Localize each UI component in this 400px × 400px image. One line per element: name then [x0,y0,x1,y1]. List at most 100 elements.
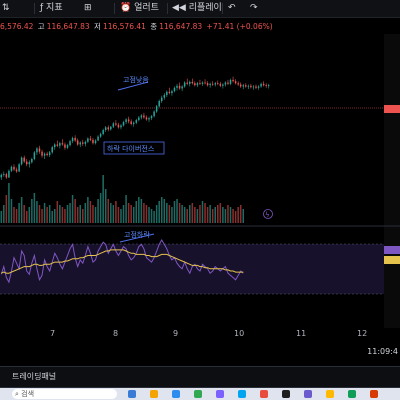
price-chart[interactable]: 고점낮음 하락 다이버전스 고점하락 ϟ [0,34,400,328]
volume-bar [43,203,46,223]
candle [110,126,112,130]
volume-bar [120,209,122,223]
price-scale[interactable] [384,34,400,328]
candle [48,152,51,156]
volume-bar [217,205,219,223]
search-icon: ⌕ [15,390,19,398]
volume-bar [41,209,43,223]
volume-bar [122,205,125,223]
candle [56,144,59,146]
toolbar-divider [167,3,168,14]
volume-bar [107,199,110,223]
candle [13,166,15,170]
indicator-chart-icon[interactable]: ⇅ [2,1,10,15]
store-icon[interactable] [216,390,224,398]
candle [112,123,115,127]
edge-browser-icon[interactable] [172,390,180,398]
volume-bar [33,193,36,223]
candle [199,83,201,84]
candle [176,85,178,88]
candle [155,106,158,112]
volume-bar [148,207,150,223]
folder-icon[interactable] [150,390,158,398]
mail-icon[interactable] [238,390,246,398]
high-value: 116,647.83 [46,22,90,31]
candle [43,153,46,156]
time-tick: 8 [113,329,119,338]
candle [257,86,260,88]
volume-bar [211,209,214,223]
high-label: 고 [37,22,45,31]
candle [217,83,219,84]
undo-icon[interactable]: ↶ [228,1,236,15]
low-value: 116,576.41 [102,22,146,31]
candle [140,115,143,118]
chrome-icon[interactable] [194,390,202,398]
candle [120,125,122,128]
volume-bar [5,195,8,223]
top-toolbar: ⇅ ƒ 지표 ⊞ ⏰ 얼러트 ◀◀ 리플레이 ↶ ↷ [0,0,400,18]
volume-bar [140,199,143,223]
open-value: 6,576.42 [0,22,34,31]
volume-bar [3,205,5,223]
volume-bar [163,199,166,223]
candle-series [0,76,270,181]
volume-bar [84,203,87,223]
rsi-annotation[interactable]: 고점하락 [124,230,150,239]
media-icon[interactable] [260,390,268,398]
volume-bar [181,205,183,223]
candle [186,82,188,84]
volume-bar [209,205,211,223]
app-icon[interactable] [304,390,312,398]
trading-panel-bar[interactable]: 트레이딩패널 [0,366,400,388]
clock-readout[interactable]: 11:09:4 [367,347,398,356]
candle [115,123,117,125]
divergence-annotation[interactable]: 하락 다이버전스 [107,144,155,153]
toolbar-divider [222,3,223,14]
volume-bar [145,205,148,223]
volume-bar [36,201,38,223]
candle [51,147,53,153]
top-annotation[interactable]: 고점낮음 [123,75,149,84]
volume-bar [127,203,130,223]
indicators-icon: ƒ [40,3,44,13]
candle [107,127,110,130]
lightning-glyph: ϟ [265,211,270,219]
candle [191,81,194,84]
trading-panel-title[interactable]: 트레이딩패널 [12,371,56,382]
volume-bar [64,209,66,223]
volume-bar [125,195,127,223]
taskbar-app-icon[interactable] [128,390,136,398]
candle [76,140,79,145]
app-icon[interactable] [348,390,356,398]
volume-bar [97,199,99,223]
taskbar-search[interactable]: ⌕ 검색 [12,389,117,399]
candle [173,87,176,92]
volume-bar [31,199,33,223]
time-axis[interactable]: 7 8 9 10 11 12 [0,329,400,341]
layout-grid-icon[interactable]: ⊞ [84,1,92,15]
app-icon[interactable] [370,390,378,398]
candle [92,139,94,144]
volume-bar [117,207,120,223]
candle [239,84,242,87]
replay-button[interactable]: ◀◀ 리플레이 [172,1,222,15]
volume-bar [71,195,74,223]
candle [211,83,214,85]
candle [219,83,222,86]
indicators-button[interactable]: ƒ 지표 [40,1,63,15]
volume-bar [51,211,53,223]
volume-bar [222,207,224,223]
redo-icon[interactable]: ↷ [250,1,258,15]
candle [229,79,232,84]
rsi-ma-tag [384,256,400,264]
candle [102,129,104,134]
search-placeholder: 검색 [21,390,35,398]
tradingview-icon[interactable] [282,390,290,398]
volume-bar [38,205,41,223]
candle [20,157,23,165]
alert-button[interactable]: ⏰ 얼러트 [120,1,159,15]
volume-bar [239,205,242,223]
app-icon[interactable] [326,390,334,398]
candle [242,85,245,87]
